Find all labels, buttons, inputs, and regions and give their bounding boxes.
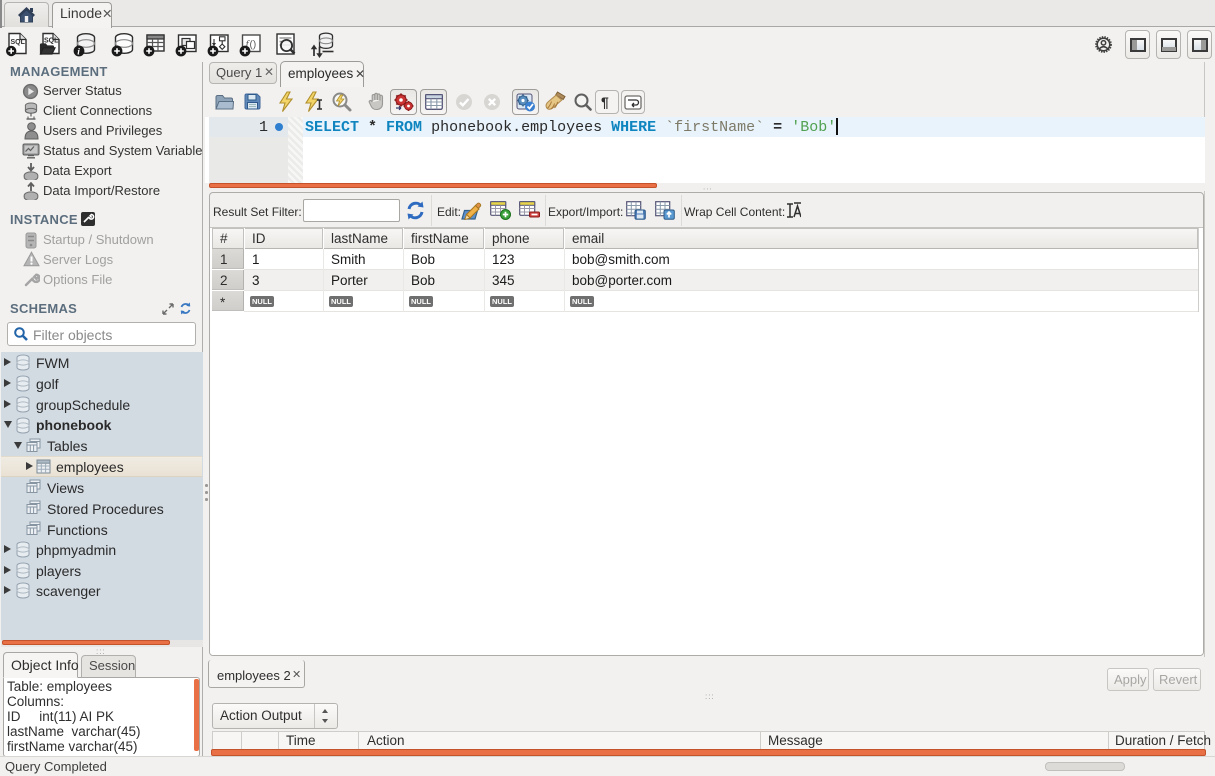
svg-text:SQL: SQL: [44, 38, 59, 45]
svg-text:i: i: [77, 48, 80, 58]
svg-text:SQL: SQL: [11, 39, 26, 46]
svg-text:(): (): [250, 40, 257, 51]
